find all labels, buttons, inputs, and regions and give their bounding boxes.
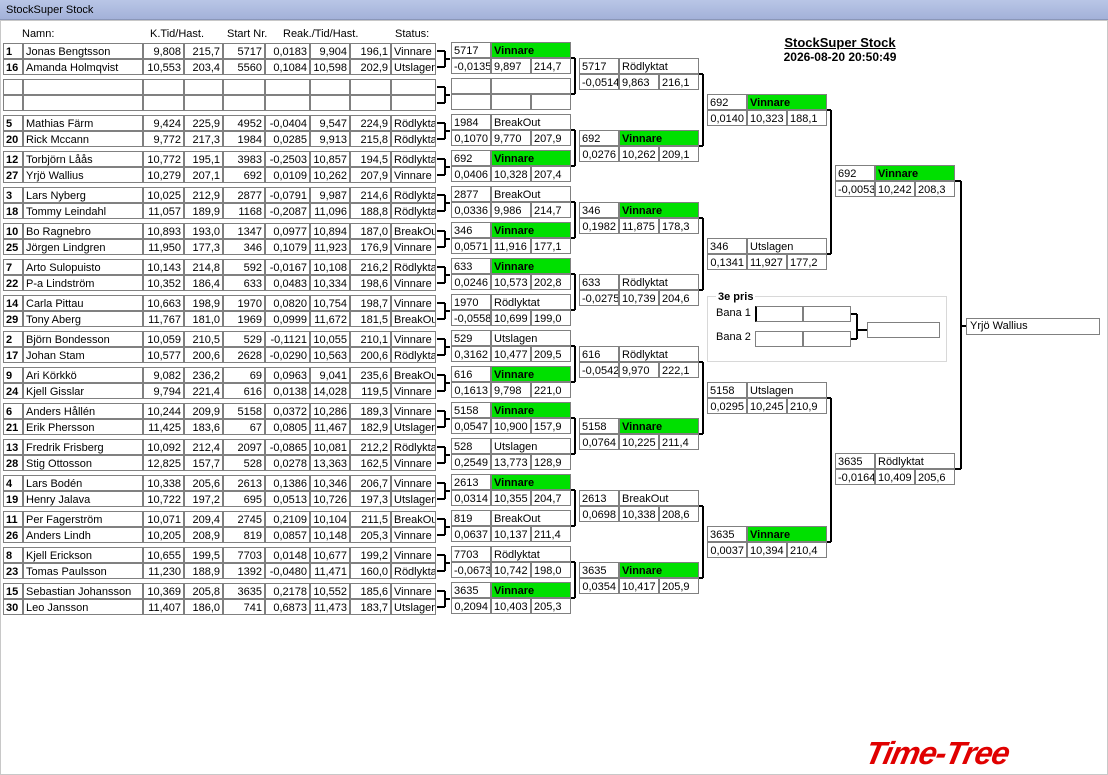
champion-box: Yrjö Wallius [966, 318, 1100, 335]
lane2-time-field[interactable] [803, 331, 851, 347]
third-place-title: 3e pris [716, 291, 756, 303]
lane2-number-field[interactable] [755, 331, 803, 347]
time-tree-logo: Time-Tree [862, 735, 1013, 771]
lane2-label: Bana 2 [716, 331, 751, 343]
lane1-time-field[interactable] [803, 306, 851, 322]
lane1-number-field[interactable] [755, 306, 803, 322]
lane1-label: Bana 1 [716, 307, 751, 319]
bracket-lines [437, 50, 966, 608]
third-place-winner-field [867, 322, 940, 338]
